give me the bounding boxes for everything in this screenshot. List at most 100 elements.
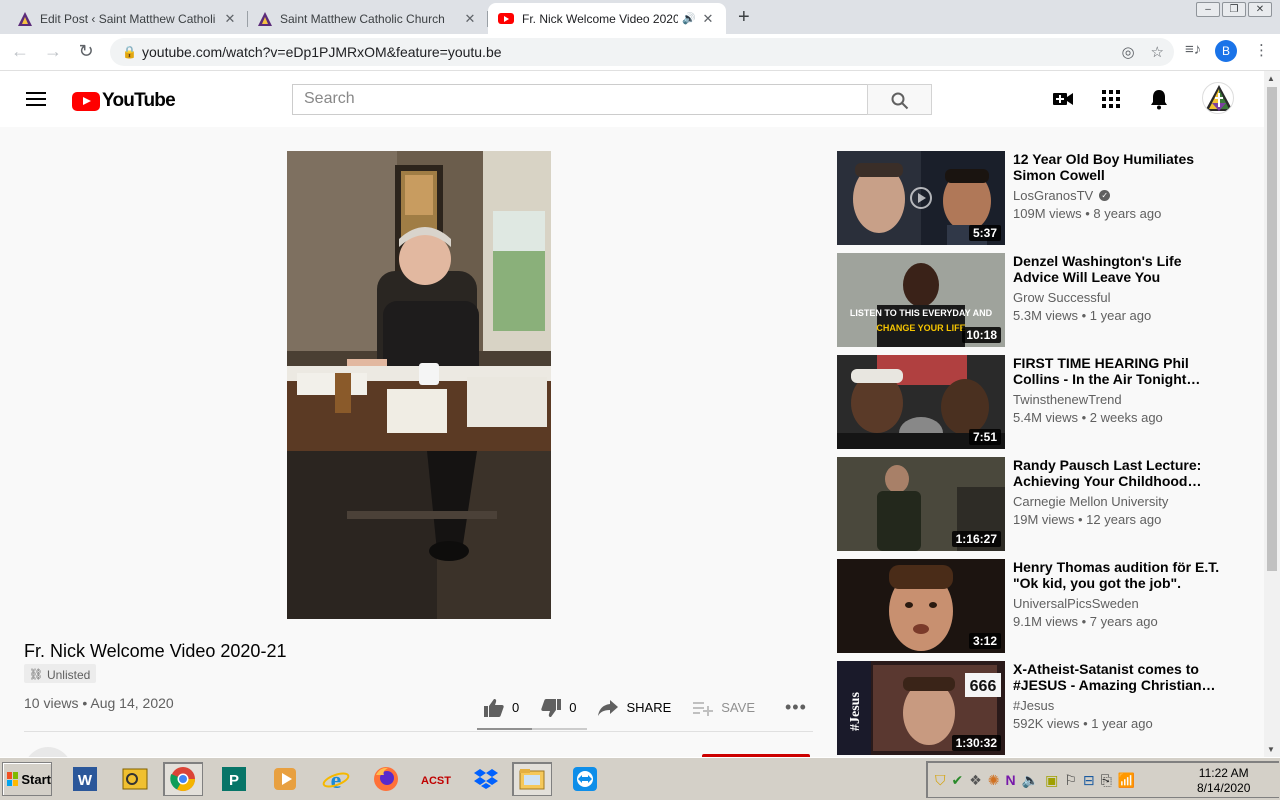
- firefox-app-icon[interactable]: [366, 762, 406, 796]
- internet-explorer-app-icon[interactable]: e: [316, 762, 356, 796]
- page-scrollbar[interactable]: ▲ ▼: [1264, 71, 1280, 757]
- volume-icon[interactable]: 🔈: [1022, 772, 1039, 789]
- recommendation-item[interactable]: 1:16:27 Randy Pausch Last Lecture: Achie…: [837, 457, 1237, 551]
- share-button[interactable]: SHARE: [598, 699, 671, 716]
- file-explorer-app-icon[interactable]: [512, 762, 552, 796]
- svg-text:W: W: [78, 772, 93, 789]
- channel-label: LosGranosTV: [1013, 188, 1094, 203]
- guide-menu-icon[interactable]: [26, 92, 46, 106]
- video-player[interactable]: [24, 151, 813, 619]
- like-ratio-fill: [477, 728, 532, 730]
- apps-grid-icon[interactable]: [1100, 88, 1122, 110]
- chrome-app-icon[interactable]: [163, 762, 203, 796]
- chrome-menu-icon[interactable]: ⋮: [1254, 41, 1269, 59]
- recommendation-item[interactable]: 3:12 Henry Thomas audition för E.T. "Ok …: [837, 559, 1237, 653]
- media-controls-icon[interactable]: ≡♪: [1185, 41, 1201, 58]
- recommendation-item[interactable]: #Jesus 666 1:30:32 X-Atheist-Satanist co…: [837, 661, 1237, 755]
- reload-icon[interactable]: ↻: [74, 41, 98, 62]
- tab-edit-post[interactable]: Edit Post ‹ Saint Matthew Catholi ✕: [8, 3, 248, 34]
- word-app-icon[interactable]: W: [65, 762, 105, 796]
- search-button[interactable]: [867, 84, 932, 115]
- verified-check-icon: ✓: [1099, 190, 1111, 201]
- like-button[interactable]: 0: [484, 698, 519, 717]
- minimize-icon[interactable]: –: [1196, 2, 1220, 17]
- channel-name[interactable]: TwinsthenewTrend: [1013, 392, 1122, 407]
- recommendation-title[interactable]: FIRST TIME HEARING Phil Collins - In the…: [1013, 355, 1223, 387]
- wifi-signal-icon[interactable]: 📶: [1118, 772, 1135, 789]
- new-tab-button[interactable]: +: [738, 6, 750, 29]
- video-thumbnail[interactable]: #Jesus 666 1:30:32: [837, 661, 1005, 755]
- device-tray-icon[interactable]: ⎘: [1101, 772, 1112, 789]
- channel-name[interactable]: #Jesus: [1013, 698, 1054, 713]
- scrollbar-thumb[interactable]: [1267, 87, 1277, 571]
- video-thumbnail[interactable]: 1:16:27: [837, 457, 1005, 551]
- publisher-app-icon[interactable]: P: [214, 762, 254, 796]
- start-button[interactable]: Start: [2, 762, 52, 796]
- dislike-button[interactable]: 0: [541, 698, 577, 717]
- save-button[interactable]: SAVE: [693, 700, 755, 716]
- teamviewer-app-icon[interactable]: [565, 762, 605, 796]
- url-text[interactable]: youtube.com/watch?v=eDp1PJMRxOM&feature=…: [142, 44, 502, 60]
- media-player-app-icon[interactable]: [265, 762, 305, 796]
- lock-icon[interactable]: 🔒: [122, 45, 137, 59]
- system-clock[interactable]: 11:22 AM 8/14/2020: [1197, 766, 1250, 796]
- channel-name[interactable]: Carnegie Mellon University: [1013, 494, 1168, 509]
- security-shield-icon[interactable]: ⛉: [935, 772, 946, 789]
- search-input[interactable]: Search: [292, 84, 868, 115]
- dropbox-app-icon[interactable]: [466, 762, 506, 796]
- recommendation-title[interactable]: X-Atheist-Satanist comes to #JESUS - Ama…: [1013, 661, 1223, 693]
- outlook-app-icon[interactable]: [115, 762, 155, 796]
- recommendation-title[interactable]: Henry Thomas audition för E.T. "Ok kid, …: [1013, 559, 1223, 591]
- onenote-tray-icon[interactable]: N: [1006, 772, 1016, 789]
- video-thumbnail[interactable]: 7:51: [837, 355, 1005, 449]
- svg-text:P: P: [229, 772, 239, 789]
- video-frame[interactable]: [287, 151, 551, 619]
- video-duration: 1:30:32: [951, 735, 1001, 751]
- address-bar[interactable]: 🔒 youtube.com/watch?v=eDp1PJMRxOM&featur…: [110, 38, 1174, 66]
- profile-avatar[interactable]: B: [1215, 40, 1237, 62]
- recommendation-title[interactable]: 12 Year Old Boy Humiliates Simon Cowell: [1013, 151, 1223, 183]
- recommendation-title[interactable]: Denzel Washington's Life Advice Will Lea…: [1013, 253, 1223, 285]
- account-avatar[interactable]: [1202, 82, 1234, 114]
- video-thumbnail[interactable]: LISTEN TO THIS EVERYDAY AND CHANGE YOUR …: [837, 253, 1005, 347]
- dislike-count: 0: [569, 700, 577, 715]
- tracking-blocked-icon[interactable]: ◎: [1121, 43, 1134, 61]
- close-tab-icon[interactable]: ✕: [700, 11, 716, 27]
- forward-arrow-icon[interactable]: →: [41, 41, 65, 62]
- network-check-icon[interactable]: ✔: [952, 772, 964, 789]
- dropbox-tray-icon[interactable]: ❖: [969, 772, 982, 789]
- channel-name[interactable]: LosGranosTV ✓: [1013, 188, 1111, 203]
- bookmark-star-icon[interactable]: ☆: [1151, 43, 1164, 61]
- speaker-icon[interactable]: 🔊: [682, 12, 696, 25]
- thumbs-up-icon: [484, 698, 504, 717]
- recommendation-title[interactable]: Randy Pausch Last Lecture: Achieving You…: [1013, 457, 1223, 489]
- recommendation-meta: 109M views • 8 years ago: [1013, 206, 1162, 221]
- flag-action-center-icon[interactable]: ⚐: [1064, 772, 1077, 789]
- channel-name[interactable]: UniversalPicsSweden: [1013, 596, 1139, 611]
- scroll-up-arrow-icon[interactable]: ▲: [1267, 74, 1275, 83]
- close-tab-icon[interactable]: ✕: [222, 11, 238, 27]
- window-close-icon[interactable]: ✕: [1248, 2, 1272, 17]
- youtube-logo[interactable]: YouTube: [72, 90, 176, 112]
- network-tray-icon[interactable]: ⊟: [1083, 772, 1095, 789]
- video-thumbnail[interactable]: 5:37: [837, 151, 1005, 245]
- sync-tray-icon[interactable]: ✺: [988, 772, 1000, 789]
- tab-fr-nick-video[interactable]: Fr. Nick Welcome Video 2020 🔊 ✕: [488, 3, 726, 34]
- notifications-bell-icon[interactable]: [1148, 88, 1170, 110]
- back-arrow-icon[interactable]: ←: [8, 41, 32, 62]
- recommendation-item[interactable]: LISTEN TO THIS EVERYDAY AND CHANGE YOUR …: [837, 253, 1237, 347]
- close-tab-icon[interactable]: ✕: [462, 11, 478, 27]
- recommendation-meta: 9.1M views • 7 years ago: [1013, 614, 1158, 629]
- video-thumbnail[interactable]: 3:12: [837, 559, 1005, 653]
- display-tray-icon[interactable]: ▣: [1045, 772, 1058, 789]
- youtube-play-icon: [72, 91, 100, 111]
- create-video-icon[interactable]: [1052, 88, 1074, 110]
- more-actions-icon[interactable]: •••: [785, 697, 807, 718]
- channel-name[interactable]: Grow Successful: [1013, 290, 1111, 305]
- scroll-down-arrow-icon[interactable]: ▼: [1267, 745, 1275, 754]
- restore-icon[interactable]: ❐: [1222, 2, 1246, 17]
- recommendation-item[interactable]: 5:37 12 Year Old Boy Humiliates Simon Co…: [837, 151, 1237, 245]
- recommendation-item[interactable]: 7:51 FIRST TIME HEARING Phil Collins - I…: [837, 355, 1237, 449]
- tab-saint-matthew[interactable]: Saint Matthew Catholic Church ✕: [248, 3, 488, 34]
- acst-app-icon[interactable]: ACST: [416, 762, 456, 796]
